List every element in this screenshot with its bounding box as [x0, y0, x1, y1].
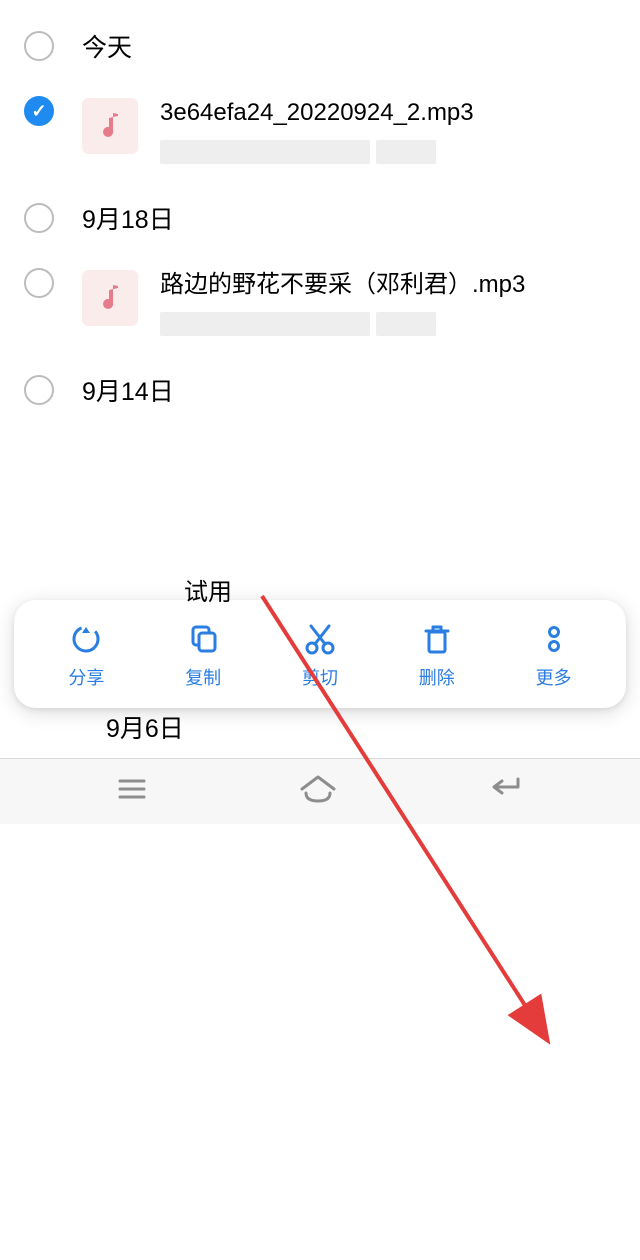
back-button[interactable]: [484, 769, 528, 814]
action-bar: 分享 复制 剪切 删除 更多: [14, 600, 626, 708]
checkbox-file2[interactable]: [24, 268, 54, 298]
share-icon: [69, 622, 103, 656]
share-button[interactable]: 分享: [46, 622, 126, 690]
system-nav-bar: [0, 758, 640, 824]
action-label: 删除: [419, 664, 455, 690]
file-list: 今天 ✓ 3e64efa24_20220924_2.mp3 9月18日: [0, 0, 640, 436]
home-button[interactable]: [296, 769, 340, 814]
checkbox-file1[interactable]: ✓: [24, 96, 54, 126]
copy-button[interactable]: 复制: [163, 622, 243, 690]
music-file-icon: [82, 98, 138, 154]
action-label: 分享: [68, 664, 104, 690]
music-file-icon: [82, 270, 138, 326]
hamburger-icon: [112, 769, 152, 809]
checkbox-today[interactable]: [24, 31, 54, 61]
file-metadata: [160, 140, 616, 164]
annotation-arrow: [0, 436, 640, 1260]
file-name: 路边的野花不要采（邓利君）.mp3: [160, 268, 616, 302]
section-label: 9月14日: [82, 372, 174, 408]
more-icon: [537, 622, 571, 656]
recent-apps-button[interactable]: [112, 769, 152, 814]
trash-icon: [420, 622, 454, 656]
section-label: 9月18日: [82, 200, 174, 236]
back-icon: [484, 769, 528, 809]
section-label: 今天: [82, 28, 132, 64]
more-button[interactable]: 更多: [514, 622, 594, 690]
cut-button[interactable]: 剪切: [280, 622, 360, 690]
file-row[interactable]: 路边的野花不要采（邓利君）.mp3: [0, 254, 640, 354]
action-label: 复制: [185, 664, 221, 690]
file-row[interactable]: ✓ 3e64efa24_20220924_2.mp3: [0, 82, 640, 182]
section-label: 9月6日: [106, 709, 184, 745]
copy-icon: [186, 622, 220, 656]
home-icon: [296, 769, 340, 809]
section-today[interactable]: 今天: [0, 10, 640, 82]
action-label: 更多: [536, 664, 572, 690]
section-sep6[interactable]: 9月6日: [0, 704, 640, 750]
section-sep14[interactable]: 9月14日: [0, 354, 640, 426]
partial-text-behind: 试用: [184, 572, 232, 607]
delete-button[interactable]: 删除: [397, 622, 477, 690]
checkmark-icon: ✓: [31, 101, 46, 122]
action-label: 剪切: [302, 664, 338, 690]
section-sep18[interactable]: 9月18日: [0, 182, 640, 254]
file-metadata: [160, 312, 616, 336]
cut-icon: [303, 622, 337, 656]
checkbox-sep18[interactable]: [24, 203, 54, 233]
checkbox-sep14[interactable]: [24, 375, 54, 405]
file-name: 3e64efa24_20220924_2.mp3: [160, 96, 616, 130]
